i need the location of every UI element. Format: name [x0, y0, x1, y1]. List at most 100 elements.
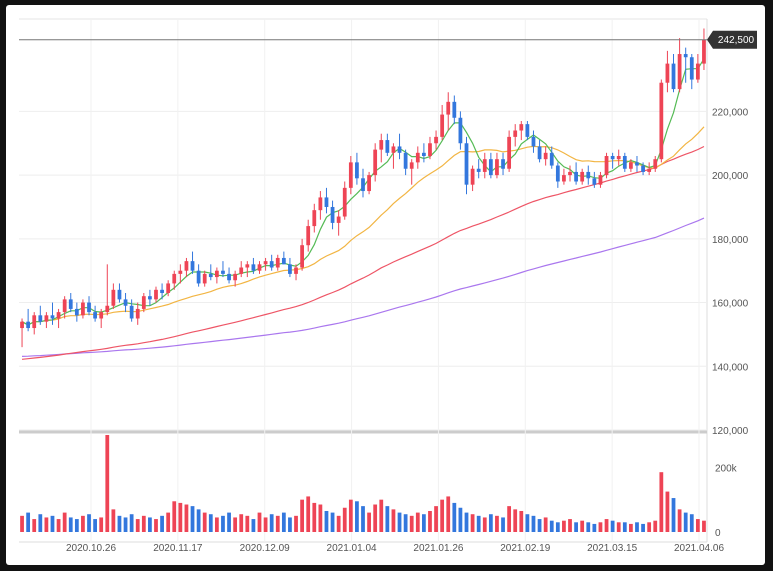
candle-body — [324, 197, 329, 207]
volume-bar — [379, 499, 384, 532]
candle-body — [74, 308, 79, 316]
price-tick-label: 160,000 — [712, 299, 749, 310]
volume-bar — [81, 515, 85, 532]
candle-body — [123, 299, 128, 306]
volume-bar — [531, 515, 536, 532]
volume-bar — [184, 504, 189, 532]
volume-bar — [476, 515, 481, 532]
volume-bar — [202, 512, 207, 532]
volume-bar — [263, 517, 268, 532]
volume-bar — [592, 523, 597, 532]
candle-body — [470, 168, 475, 185]
candle-body — [281, 257, 286, 265]
price-tick-label: 220,000 — [712, 107, 749, 118]
candle-body — [488, 159, 493, 176]
candle-body — [93, 312, 97, 319]
candle-body — [446, 101, 451, 115]
volume-bar — [671, 498, 676, 532]
last-price-marker: 242,500 — [19, 30, 757, 49]
volume-bar — [629, 523, 633, 532]
candle-body — [592, 178, 597, 185]
volume-bar — [68, 517, 73, 532]
candle-body — [689, 57, 694, 80]
volume-bar — [20, 515, 24, 532]
volume-bar — [586, 522, 591, 532]
date-tick-label: 2020.11.17 — [153, 543, 203, 554]
volume-bar — [421, 514, 426, 532]
candle-body — [683, 54, 688, 58]
candle-body — [391, 146, 396, 153]
volume-bar — [653, 520, 658, 532]
volume-bar — [482, 517, 487, 532]
candle-body — [629, 162, 633, 169]
candle-body — [20, 321, 24, 329]
candle-body — [251, 264, 256, 271]
volume-bar — [543, 517, 548, 532]
volume-bar — [622, 522, 627, 532]
candle-body — [458, 117, 463, 144]
candle-body — [452, 101, 457, 118]
candle-body — [598, 175, 603, 185]
candle-body — [312, 210, 317, 227]
volume-bar — [549, 520, 554, 532]
candle-body — [610, 156, 615, 160]
volume-bar — [166, 512, 171, 532]
candle-body — [62, 299, 67, 313]
candle-body — [604, 156, 609, 176]
volume-bar — [117, 515, 122, 532]
last-price-label: 242,500 — [718, 35, 755, 46]
volume-bar — [245, 515, 250, 532]
candle-body — [148, 296, 152, 300]
volume-bar — [355, 501, 359, 532]
volume-bar — [702, 520, 706, 532]
moving-average-lines — [21, 58, 705, 360]
candle-body — [336, 216, 341, 223]
candle-body — [482, 159, 487, 172]
stock-chart[interactable]: 120,000 140,000 160,000 180,000 200,000 220,0… — [6, 5, 765, 565]
candle-body — [562, 175, 566, 182]
volume-bar — [470, 514, 475, 532]
candle-body — [245, 264, 250, 268]
volume-bar — [695, 519, 700, 532]
volume-bar — [677, 509, 682, 532]
volume-bar — [519, 510, 524, 532]
volume-bar — [141, 515, 146, 532]
volume-bar — [62, 512, 67, 532]
volume-bar — [318, 504, 323, 532]
volume-bar — [367, 512, 371, 532]
volume-bar — [501, 517, 505, 532]
candle-body — [403, 152, 408, 169]
candle-body — [361, 178, 365, 192]
candle-body — [141, 296, 146, 309]
volume-bar — [415, 512, 420, 532]
volume-bar — [32, 519, 37, 532]
date-tick-label: 2021.01.04 — [327, 543, 377, 554]
candle-body — [385, 140, 390, 153]
volume-bar — [172, 501, 177, 532]
chart-panel: 120,000 140,000 160,000 180,000 200,000 220,0… — [6, 5, 765, 565]
volume-bar — [99, 517, 104, 532]
volume-bar — [38, 514, 43, 532]
candle-body — [348, 162, 353, 188]
candle-body — [622, 156, 627, 169]
volume-bar — [26, 512, 31, 532]
volume-series — [20, 435, 706, 532]
candle-body — [129, 305, 134, 319]
volume-bar — [452, 502, 457, 532]
volume-bar — [281, 512, 286, 532]
volume-bar — [330, 512, 335, 532]
candle-body — [166, 283, 171, 293]
volume-bar — [610, 520, 615, 532]
volume-bar — [598, 522, 603, 532]
volume-bar — [488, 514, 493, 532]
volume-bar — [348, 499, 353, 532]
candle-body — [476, 168, 481, 172]
candle-body — [421, 152, 426, 156]
volume-bar — [665, 491, 670, 532]
candle-body — [695, 63, 700, 80]
candle-body — [196, 270, 201, 284]
ma20-line — [21, 126, 705, 326]
grid-lines — [19, 18, 708, 543]
candle-body — [190, 261, 195, 271]
volume-bar — [74, 519, 79, 532]
